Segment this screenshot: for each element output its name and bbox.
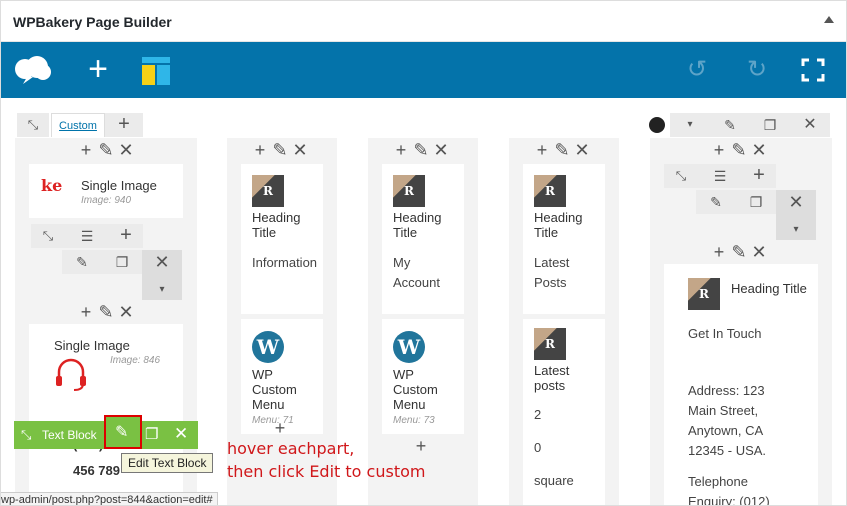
posts-thumb-icon: R (534, 328, 566, 360)
inner-row-layout-icon[interactable]: ☰ (698, 164, 742, 188)
annotation-line: hover eachpart, (227, 439, 355, 458)
element-label: Text Block (42, 428, 97, 442)
single-image-element[interactable]: ke Single Image Image: 940 (29, 164, 183, 218)
inner-row-layout-icon[interactable]: ☰ (65, 224, 109, 248)
element-title: Single Image (81, 178, 157, 193)
row-edit-icon[interactable]: ✎ (710, 113, 750, 137)
annotation-text: hover eachpart, then click Edit to custo… (227, 437, 425, 483)
element-text: Address: 123 Main Street, Anytown, CA 12… (688, 383, 767, 458)
element-value: 2 (534, 407, 542, 422)
inner-row-clone-icon[interactable]: ❐ (102, 250, 142, 274)
column-controls[interactable]: + ✎ ✕ (533, 140, 593, 161)
element-title: Heading Title (393, 210, 442, 240)
inner-row-add-icon[interactable]: + (742, 164, 776, 188)
heading-title-element[interactable]: R Heading Title My Account (382, 164, 464, 314)
element-text: Latest Posts (534, 255, 570, 290)
latest-posts-element[interactable]: R Latest posts 2 0 square (523, 319, 605, 505)
column-controls[interactable]: + ✎ ✕ (77, 140, 137, 161)
element-subtitle: Menu: 73 (393, 415, 435, 426)
element-value: square (534, 473, 574, 488)
element-title: Heading Title (252, 210, 301, 240)
inner-row-move-icon[interactable]: ⤡ (664, 164, 698, 188)
builder-canvas: ⤡ Custom + + ✎ ✕ ke Single Image Image: 94… (1, 98, 846, 506)
tooltip: Edit Text Block (121, 453, 214, 473)
element-title: WP Custom Menu (252, 367, 297, 412)
element-title: Single Image (54, 338, 130, 353)
heading-title-element[interactable]: R Heading Title Get In Touch Address: 12… (664, 264, 818, 506)
element-text: Telephone Enquiry: (012) (688, 474, 770, 506)
annotation-line: then click Edit to custom (227, 462, 426, 481)
image-thumb-icon: ke (41, 176, 63, 195)
redo-icon[interactable]: ↻ (741, 54, 773, 86)
row-delete-icon[interactable]: ✕ (790, 113, 830, 137)
collapse-arrow-icon[interactable] (824, 16, 834, 23)
inner-row-delete-icon[interactable]: ✕ ▾ (142, 250, 182, 300)
inner-row-move-icon[interactable]: ⤡ (31, 224, 65, 248)
column-1: + ✎ ✕ ke Single Image Image: 940 ⤡ ☰ + ✎ ❐… (15, 138, 197, 505)
row-dropdown-icon[interactable]: ▾ (670, 113, 710, 137)
heading-title-element[interactable]: R Heading Title Information (241, 164, 323, 314)
column-4: + ✎ ✕ R Heading Title Latest Posts R Lates… (509, 138, 619, 505)
add-element-icon[interactable]: + (271, 418, 291, 439)
headset-icon (56, 358, 86, 391)
heading-thumb-icon: R (252, 175, 284, 207)
element-subtitle: Image: 940 (81, 195, 132, 206)
edit-text-block-button[interactable]: ✎ (104, 415, 142, 449)
column-controls[interactable]: + ✎ ✕ (77, 302, 137, 323)
element-title: WP Custom Menu (393, 367, 438, 412)
partial-text: 456 789 (73, 463, 120, 478)
column-controls[interactable]: + ✎ ✕ (251, 140, 311, 161)
inner-row-edit-icon[interactable]: ✎ (696, 190, 736, 214)
fullscreen-icon[interactable] (801, 58, 825, 82)
heading-title-element[interactable]: R Heading Title Latest Posts (523, 164, 605, 314)
layout-icon[interactable] (142, 57, 170, 85)
add-element-icon[interactable]: + (82, 52, 114, 86)
tab-custom[interactable]: Custom (51, 113, 105, 137)
inner-row-edit-icon[interactable]: ✎ (62, 250, 102, 274)
cloud-icon[interactable] (13, 55, 53, 85)
page-builder-panel: WPBakery Page Builder + ↺ ↻ ⤡ Custom + +… (0, 0, 847, 506)
element-title: Heading Title (534, 210, 583, 240)
element-text: Get In Touch (688, 326, 762, 341)
add-tab-icon[interactable]: + (105, 113, 143, 137)
element-subtitle: Image: 846 (110, 355, 161, 366)
undo-icon[interactable]: ↺ (681, 54, 713, 86)
clone-icon[interactable]: ❐ (145, 425, 158, 443)
column-controls[interactable]: + ✎ ✕ (710, 242, 770, 263)
status-dot (649, 117, 665, 133)
element-value: 0 (534, 440, 542, 455)
element-title: Heading Title (731, 281, 807, 296)
move-icon[interactable]: ⤡ (21, 427, 31, 443)
inner-row-add-icon[interactable]: + (109, 224, 143, 248)
panel-header[interactable]: WPBakery Page Builder (1, 1, 846, 42)
heading-thumb-icon: R (393, 175, 425, 207)
heading-thumb-icon: R (534, 175, 566, 207)
browser-status-url: wp-admin/post.php?post=844&action=edit# (1, 492, 218, 505)
delete-icon[interactable]: ✕ (174, 424, 188, 444)
row-move-icon[interactable]: ⤡ (17, 113, 49, 137)
panel-title: WPBakery Page Builder (13, 14, 172, 30)
column-controls[interactable]: + ✎ ✕ (392, 140, 452, 161)
element-text: My Account (393, 255, 440, 290)
element-title: Latest posts (534, 363, 570, 393)
inner-row-delete-icon[interactable]: ✕ ▾ (776, 190, 816, 240)
inner-row-clone-icon[interactable]: ❐ (736, 190, 776, 214)
row-clone-icon[interactable]: ❐ (750, 113, 790, 137)
heading-thumb-icon: R (688, 278, 720, 310)
wordpress-icon: W (393, 331, 425, 363)
column-controls[interactable]: + ✎ ✕ (710, 140, 770, 161)
column-5: + ✎ ✕ ⤡ ☰ + ✎ ❐ ✕ ▾ + ✎ ✕ R Heading Title Get… (650, 138, 832, 506)
wordpress-icon: W (252, 331, 284, 363)
element-text: Information (252, 255, 318, 270)
wp-custom-menu-element[interactable]: W WP Custom Menu Menu: 71 (241, 319, 323, 434)
wp-custom-menu-element[interactable]: W WP Custom Menu Menu: 73 (382, 319, 464, 434)
builder-toolbar: + ↺ ↻ (1, 42, 846, 98)
pencil-icon: ✎ (115, 424, 129, 441)
